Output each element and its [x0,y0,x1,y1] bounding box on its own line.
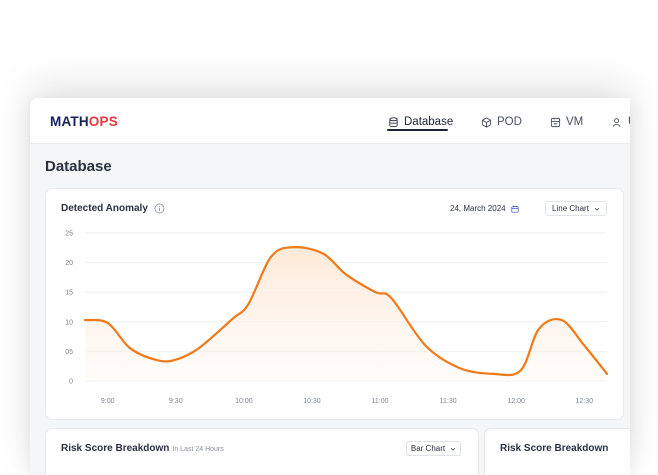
risk-score-chart-type-value: Bar Chart [410,444,446,453]
risk-score-card-2: Risk Score Breakdown [484,428,630,475]
logo-text-math: MATH [50,114,89,129]
detected-anomaly-card: Detected Anomaly 24, March 2024 Line Cha… [45,188,624,420]
active-tab-indicator [387,129,448,131]
risk-score-card-2-title: Risk Score Breakdown [500,443,608,454]
risk-score-chart-type-select[interactable]: Bar Chart [406,441,461,456]
risk-score-card-2-title-text: Risk Score Breakdown [500,443,609,454]
x-tick-label: 9:00 [101,398,115,405]
risk-score-card-1: Risk Score Breakdown In Last 24 Hours Bar… [45,428,479,475]
mathops-logo[interactable]: MATHOPS [50,114,118,129]
y-tick-label: 0 [69,379,73,386]
nav-tab-user-label: U [628,116,630,128]
top-navigation-bar: MATHOPS Database POD VM [30,98,630,144]
cube-icon [481,116,492,128]
nav-tab-user[interactable]: U [612,112,630,132]
y-tick-label: 15 [65,290,73,297]
database-icon [389,116,398,127]
nav-tab-database-label: Database [404,116,454,128]
app-window: MATHOPS Database POD VM Database Detecte… [30,98,630,475]
nav-tab-vm[interactable]: VM [550,112,583,132]
x-tick-label: 10:00 [235,398,253,405]
nav-tab-pod[interactable]: POD [481,112,522,132]
x-tick-label: 11:00 [372,398,389,405]
x-tick-label: 12:00 [507,398,525,405]
y-tick-label: 05 [65,349,73,356]
server-icon [550,117,561,127]
nav-tab-pod-label: POD [497,116,522,128]
detected-anomaly-chart: 25 20 15 10 05 0 9:00 9:30 10:00 10:30 11:00 11:30 1… [65,231,609,405]
page-title: Database [45,158,112,175]
y-tick-label: 20 [65,260,73,267]
x-tick-label: 10:30 [303,398,321,405]
user-icon [612,117,621,127]
risk-score-card-1-title: Risk Score Breakdown In Last 24 Hours [61,443,224,454]
y-tick-label: 25 [65,231,73,238]
x-tick-label: 11:30 [440,398,457,405]
x-tick-label: 9:30 [169,398,183,405]
risk-score-card-1-title-text: Risk Score Breakdown [61,443,170,454]
chevron-down-icon [450,447,456,451]
risk-score-card-1-subtitle: In Last 24 Hours [172,446,224,453]
logo-text-ops: OPS [88,114,118,129]
y-tick-label: 10 [65,319,73,326]
x-tick-label: 12:30 [576,398,594,405]
nav-tab-vm-label: VM [566,116,584,128]
